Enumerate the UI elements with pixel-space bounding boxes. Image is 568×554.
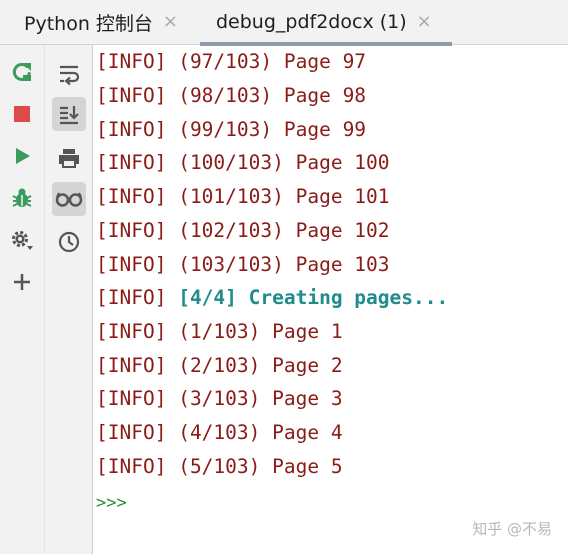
add-icon — [14, 274, 30, 290]
log-line: [INFO] (100/103) Page 100 — [96, 148, 390, 178]
log-tag: [INFO] — [96, 253, 167, 276]
print-button[interactable] — [52, 141, 86, 175]
history-button[interactable] — [52, 225, 86, 259]
scroll-to-end-button[interactable] — [52, 97, 86, 131]
log-message: (99/103) Page 99 — [178, 118, 367, 141]
log-message: (98/103) Page 98 — [178, 84, 367, 107]
settings-icon — [12, 231, 33, 250]
rerun-icon — [12, 63, 31, 81]
stop-button[interactable] — [5, 97, 39, 131]
run-button[interactable] — [5, 139, 39, 173]
soft-wrap-icon — [60, 65, 80, 86]
log-line: [INFO] (4/103) Page 4 — [96, 418, 343, 448]
log-tag: [INFO] — [96, 185, 167, 208]
debug-icon — [12, 188, 32, 207]
rerun-button[interactable] — [5, 55, 39, 89]
tab-label: debug_pdf2docx (1) — [216, 11, 407, 33]
log-line: [INFO] (102/103) Page 102 — [96, 216, 390, 246]
left-toolbar — [0, 45, 45, 554]
log-message: (5/103) Page 5 — [178, 455, 343, 478]
log-message: [4/4] Creating pages... — [178, 286, 449, 309]
tab-python-console[interactable]: Python 控制台 × — [24, 0, 178, 44]
log-line: [INFO] (99/103) Page 99 — [96, 115, 366, 145]
tab-label: Python 控制台 — [24, 12, 153, 35]
log-line: [INFO] (97/103) Page 97 — [96, 47, 366, 77]
tab-bar: Python 控制台 × debug_pdf2docx (1) × — [0, 0, 568, 46]
log-line: [INFO] (98/103) Page 98 — [96, 81, 366, 111]
log-tag: [INFO] — [96, 219, 167, 242]
console-prompt[interactable]: >>> — [96, 488, 127, 518]
log-tag: [INFO] — [96, 455, 167, 478]
log-line: [INFO] (2/103) Page 2 — [96, 351, 343, 381]
watermark: 知乎 @不易 — [472, 520, 552, 538]
log-line: [INFO] (101/103) Page 101 — [96, 182, 390, 212]
log-tag: [INFO] — [96, 118, 167, 141]
log-message: (3/103) Page 3 — [178, 387, 343, 410]
soft-wrap-button[interactable] — [52, 57, 86, 91]
add-button[interactable] — [5, 265, 39, 299]
log-tag: [INFO] — [96, 354, 167, 377]
log-tag: [INFO] — [96, 151, 167, 174]
log-line: [INFO] [4/4] Creating pages... — [96, 283, 448, 313]
log-tag: [INFO] — [96, 387, 167, 410]
log-message: (2/103) Page 2 — [178, 354, 343, 377]
log-line: [INFO] (3/103) Page 3 — [96, 384, 343, 414]
settings-button[interactable] — [5, 223, 39, 257]
log-line: [INFO] (103/103) Page 103 — [96, 250, 390, 280]
log-message: (102/103) Page 102 — [178, 219, 390, 242]
log-message: (1/103) Page 1 — [178, 320, 343, 343]
show-variables-icon — [55, 192, 83, 207]
debug-button[interactable] — [5, 181, 39, 215]
console-toolbar — [45, 45, 93, 554]
log-message: (97/103) Page 97 — [178, 50, 367, 73]
log-tag: [INFO] — [96, 320, 167, 343]
log-message: (101/103) Page 101 — [178, 185, 390, 208]
close-icon[interactable]: × — [163, 13, 178, 31]
print-icon — [59, 149, 79, 168]
log-line: [INFO] (5/103) Page 5 — [96, 452, 343, 482]
log-message: (4/103) Page 4 — [178, 421, 343, 444]
log-message: (100/103) Page 100 — [178, 151, 390, 174]
log-tag: [INFO] — [96, 421, 167, 444]
log-tag: [INFO] — [96, 84, 167, 107]
close-icon[interactable]: × — [417, 13, 432, 31]
history-icon — [58, 231, 80, 253]
log-line: [INFO] (1/103) Page 1 — [96, 317, 343, 347]
log-message: (103/103) Page 103 — [178, 253, 390, 276]
log-tag: [INFO] — [96, 286, 167, 309]
tab-debug-pdf2docx[interactable]: debug_pdf2docx (1) × — [216, 0, 432, 44]
log-tag: [INFO] — [96, 50, 167, 73]
run-icon — [16, 148, 30, 164]
stop-icon — [14, 106, 30, 122]
scroll-to-end-icon — [60, 106, 79, 125]
show-variables-button[interactable] — [52, 182, 86, 216]
console-output[interactable]: [INFO] (97/103) Page 97 [INFO] (98/103) … — [96, 45, 568, 554]
